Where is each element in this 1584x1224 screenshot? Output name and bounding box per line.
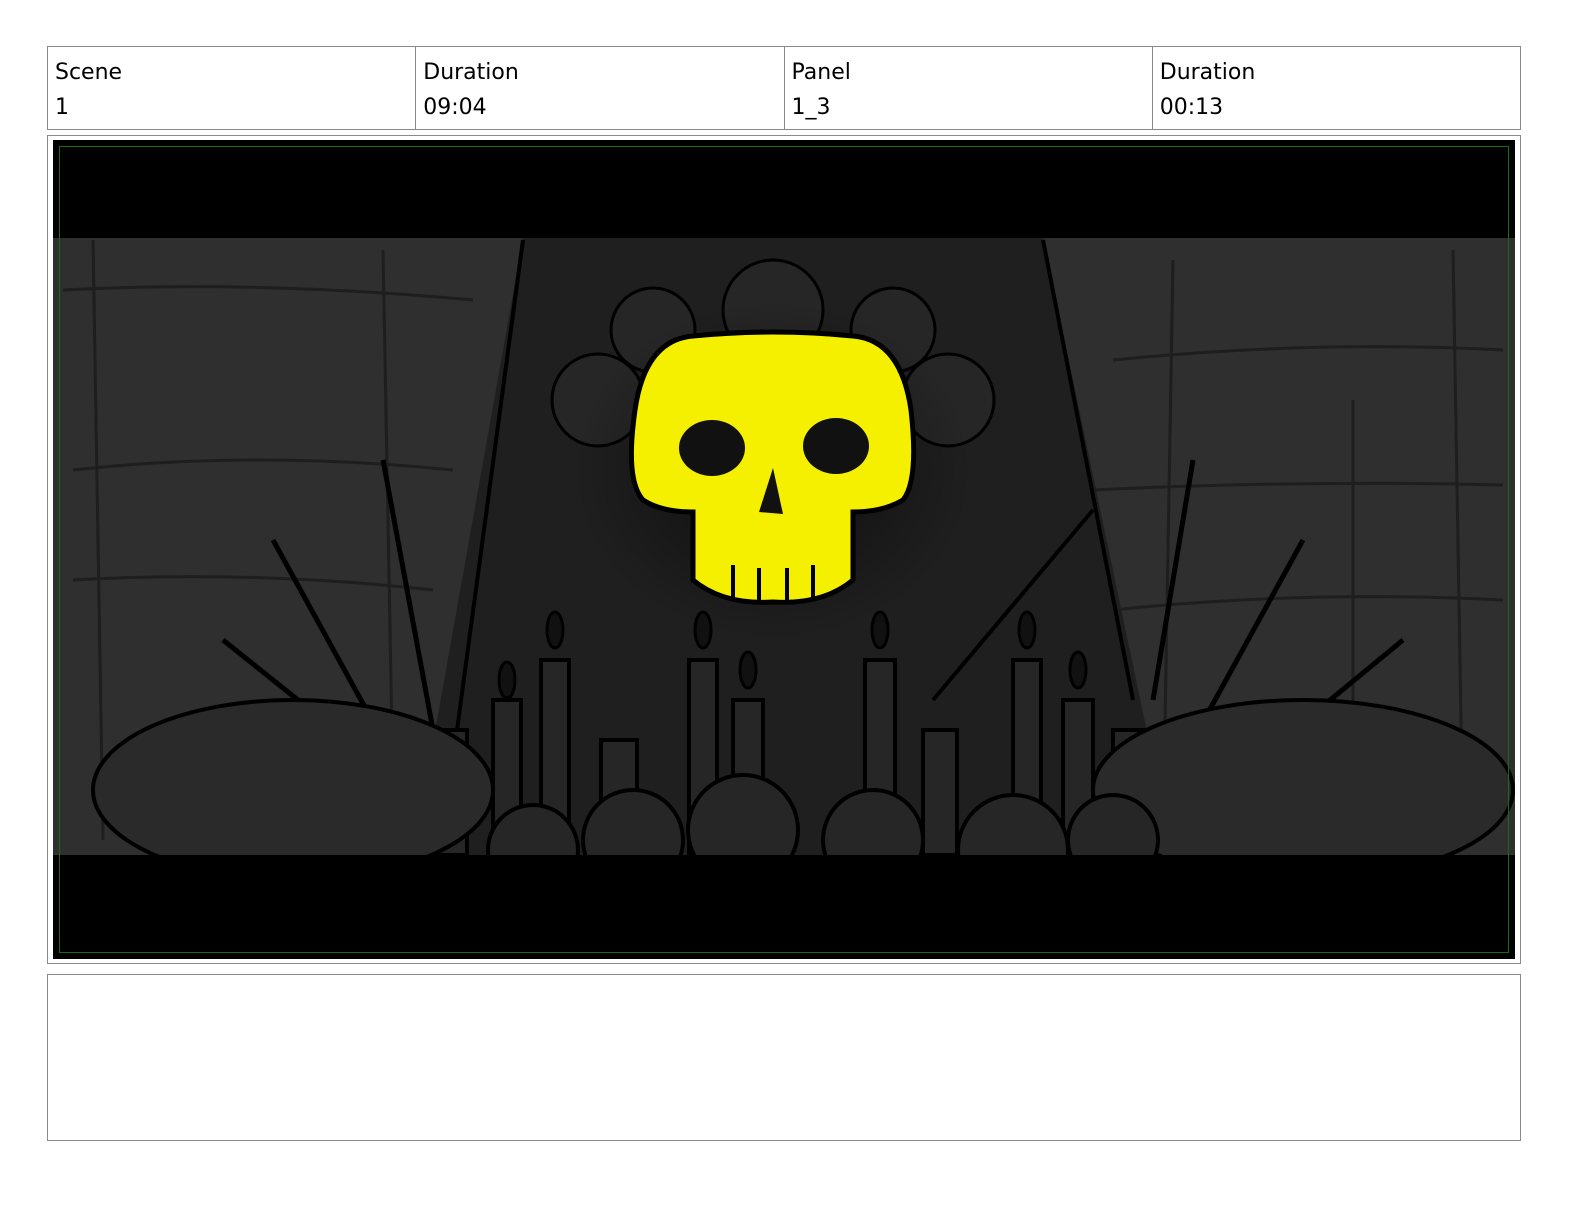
- scene-label: Scene: [55, 60, 123, 85]
- altar-illustration: [53, 140, 1515, 959]
- panel-duration-label: Duration: [1159, 60, 1256, 85]
- panel-duration-value: 00:13: [1159, 95, 1224, 120]
- scene-value: 1: [55, 95, 69, 120]
- letterbox-bottom: [53, 855, 1515, 959]
- scene-duration-cell: Duration 09:04: [416, 47, 785, 129]
- panel-cell: Panel 1_3: [785, 47, 1153, 129]
- panel-header-table: Scene 1 Duration 09:04 Panel 1_3 Duratio…: [47, 46, 1521, 130]
- scene-duration-value: 09:04: [423, 95, 487, 120]
- letterbox-top: [53, 140, 1515, 238]
- panel-duration-cell: Duration 00:13: [1153, 47, 1520, 129]
- scene-duration-label: Duration: [423, 60, 519, 85]
- scene-cell: Scene 1: [48, 47, 417, 129]
- storyboard-frame: [53, 140, 1515, 959]
- notes-box[interactable]: [47, 974, 1521, 1141]
- storyboard-frame-border: [47, 135, 1521, 964]
- panel-value: 1_3: [791, 95, 831, 120]
- panel-label: Panel: [791, 60, 851, 85]
